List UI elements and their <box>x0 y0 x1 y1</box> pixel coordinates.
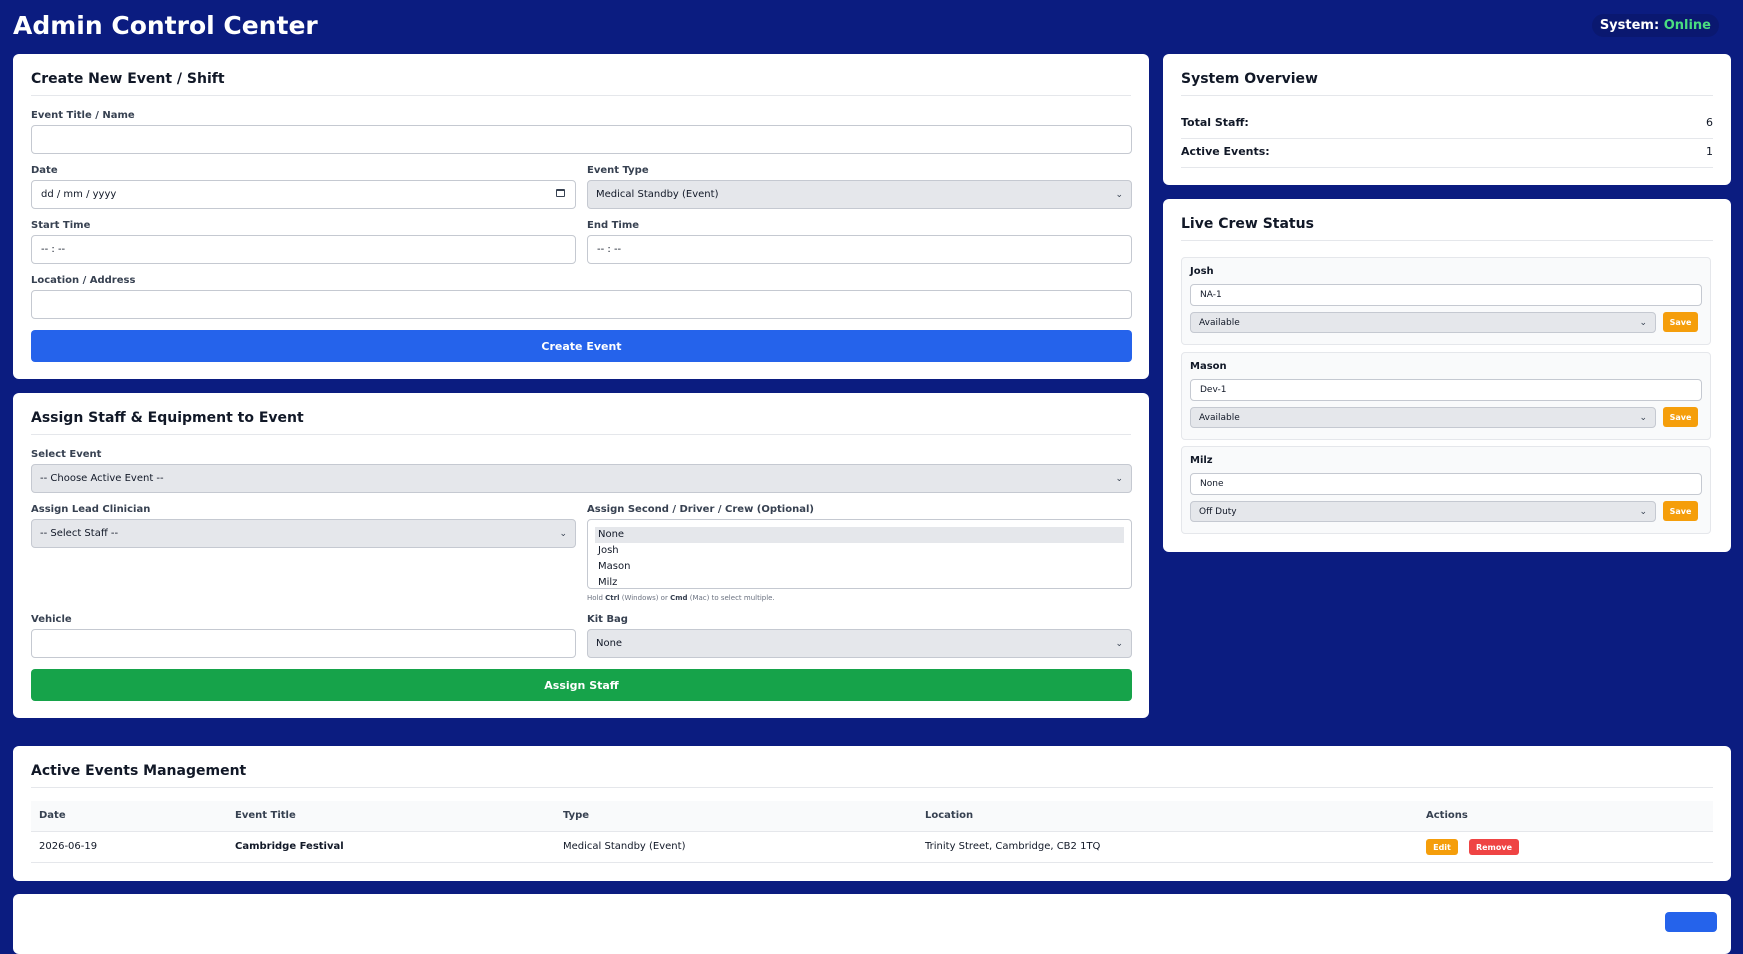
second-crew-listbox[interactable]: None Josh Mason Milz <box>587 519 1132 589</box>
date-input[interactable]: dd / mm / yyyy <box>31 180 576 209</box>
system-status-value: Online <box>1663 18 1711 33</box>
select-event-label: Select Event <box>31 449 102 460</box>
overview-row-active-events: Active Events: 1 <box>1181 138 1713 168</box>
crew-unit-input[interactable]: NA-1 <box>1190 284 1702 306</box>
crew-save-button[interactable]: Save <box>1663 407 1698 427</box>
end-time-placeholder: -- : -- <box>597 244 622 255</box>
crew-card-mason: Mason Dev-1 Available ⌄ Save <box>1181 352 1711 440</box>
section-action-button[interactable] <box>1665 912 1717 932</box>
edit-event-button[interactable]: Edit <box>1426 839 1458 855</box>
event-title-label: Event Title / Name <box>31 110 135 121</box>
next-section-card <box>13 894 1731 954</box>
cell-type: Medical Standby (Event) <box>563 841 686 852</box>
list-option[interactable]: Mason <box>595 559 1124 575</box>
active-events-card: Active Events Management Date Event Titl… <box>13 746 1731 881</box>
system-overview-title: System Overview <box>1181 71 1318 87</box>
event-type-value: Medical Standby (Event) <box>596 189 719 200</box>
lead-clinician-value: -- Select Staff -- <box>40 528 119 539</box>
kit-bag-label: Kit Bag <box>587 614 628 625</box>
kit-bag-select[interactable]: None ⌄ <box>587 629 1132 658</box>
column-header: Location <box>925 810 974 821</box>
live-crew-status-title: Live Crew Status <box>1181 216 1314 232</box>
chevron-down-icon: ⌄ <box>1639 317 1647 328</box>
create-event-card: Create New Event / Shift Event Title / N… <box>13 54 1149 379</box>
table-header: Date Event Title Type Location Actions <box>31 801 1713 832</box>
app-title: Admin Control Center <box>13 11 318 40</box>
chevron-down-icon: ⌄ <box>1115 473 1123 484</box>
crew-status-select[interactable]: Off Duty ⌄ <box>1190 501 1656 522</box>
assign-staff-title: Assign Staff & Equipment to Event <box>31 410 304 426</box>
date-placeholder: dd / mm / yyyy <box>41 189 117 200</box>
chevron-down-icon: ⌄ <box>1115 638 1123 649</box>
system-overview-card: System Overview Total Staff: 6 Active Ev… <box>1163 54 1731 185</box>
lead-clinician-select[interactable]: -- Select Staff -- ⌄ <box>31 519 576 548</box>
crew-card-milz: Milz None Off Duty ⌄ Save <box>1181 446 1711 534</box>
list-option[interactable]: None <box>595 527 1124 543</box>
cell-title: Cambridge Festival <box>235 841 344 852</box>
select-event-dropdown[interactable]: -- Choose Active Event -- ⌄ <box>31 464 1132 493</box>
end-time-label: End Time <box>587 220 640 231</box>
date-label: Date <box>31 165 58 176</box>
crew-save-button[interactable]: Save <box>1663 312 1698 332</box>
vehicle-input[interactable] <box>31 629 576 658</box>
chevron-down-icon: ⌄ <box>1639 412 1647 423</box>
system-status-label: System: <box>1599 18 1660 33</box>
divider <box>1181 95 1713 96</box>
crew-name: Milz <box>1190 455 1213 466</box>
event-type-select[interactable]: Medical Standby (Event) ⌄ <box>587 180 1132 209</box>
crew-unit-input[interactable]: None <box>1190 473 1702 495</box>
start-time-input[interactable]: -- : -- <box>31 235 576 264</box>
second-crew-label: Assign Second / Driver / Crew (Optional) <box>587 504 814 515</box>
start-time-label: Start Time <box>31 220 91 231</box>
event-type-label: Event Type <box>587 165 649 176</box>
overview-row-total-staff: Total Staff: 6 <box>1181 109 1713 139</box>
cell-location: Trinity Street, Cambridge, CB2 1TQ <box>925 841 1101 852</box>
select-event-value: -- Choose Active Event -- <box>40 473 164 484</box>
table-row: 2026-06-19 Cambridge Festival Medical St… <box>31 832 1713 863</box>
column-header: Type <box>563 810 590 821</box>
column-header: Event Title <box>235 810 296 821</box>
column-header: Date <box>39 810 66 821</box>
divider <box>1181 240 1713 241</box>
assign-staff-card: Assign Staff & Equipment to Event Select… <box>13 393 1149 718</box>
cell-date: 2026-06-19 <box>39 841 98 852</box>
start-time-placeholder: -- : -- <box>41 244 66 255</box>
vehicle-label: Vehicle <box>31 614 72 625</box>
live-crew-status-card: Live Crew Status Josh NA-1 Available ⌄ S… <box>1163 199 1731 552</box>
multi-select-hint: Hold Ctrl (Windows) or Cmd (Mac) to sele… <box>587 594 775 602</box>
end-time-input[interactable]: -- : -- <box>587 235 1132 264</box>
crew-name: Mason <box>1190 361 1227 372</box>
chevron-down-icon: ⌄ <box>1639 506 1647 517</box>
list-option[interactable]: Josh <box>595 543 1124 559</box>
event-title-input[interactable] <box>31 125 1132 154</box>
crew-card-josh: Josh NA-1 Available ⌄ Save <box>1181 257 1711 345</box>
list-option[interactable]: Milz <box>595 575 1124 588</box>
crew-unit-input[interactable]: Dev-1 <box>1190 379 1702 401</box>
assign-staff-button[interactable]: Assign Staff <box>31 669 1132 701</box>
remove-event-button[interactable]: Remove <box>1469 839 1519 855</box>
top-bar: Admin Control Center System: Online <box>0 0 1743 52</box>
divider <box>31 434 1131 435</box>
create-event-title: Create New Event / Shift <box>31 71 225 87</box>
divider <box>31 787 1713 788</box>
lead-clinician-label: Assign Lead Clinician <box>31 504 151 515</box>
column-header: Actions <box>1426 810 1468 821</box>
calendar-icon[interactable] <box>556 189 565 197</box>
chevron-down-icon: ⌄ <box>559 528 567 539</box>
crew-name: Josh <box>1190 266 1214 277</box>
create-event-button[interactable]: Create Event <box>31 330 1132 362</box>
divider <box>31 95 1131 96</box>
active-events-title: Active Events Management <box>31 763 247 779</box>
crew-status-select[interactable]: Available ⌄ <box>1190 312 1656 333</box>
crew-status-select[interactable]: Available ⌄ <box>1190 407 1656 428</box>
location-input[interactable] <box>31 290 1132 319</box>
system-status-badge: System: Online <box>1591 14 1719 37</box>
chevron-down-icon: ⌄ <box>1115 189 1123 200</box>
crew-save-button[interactable]: Save <box>1663 501 1698 521</box>
kit-bag-value: None <box>596 638 623 649</box>
location-label: Location / Address <box>31 275 136 286</box>
